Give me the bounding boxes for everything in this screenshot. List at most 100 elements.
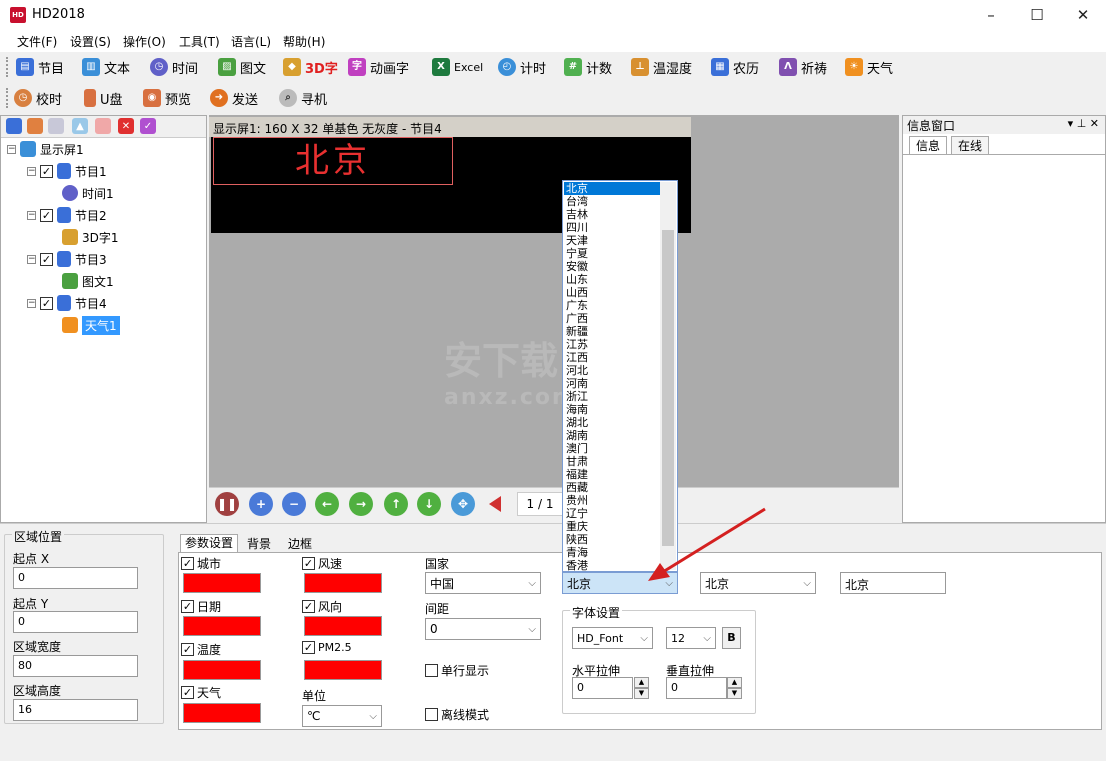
send-button[interactable]: ➜ 发送: [210, 86, 258, 110]
province-option[interactable]: 山东: [564, 273, 660, 286]
arrow-right-icon[interactable]: →: [349, 492, 373, 516]
menu-language[interactable]: 语言(L): [231, 33, 271, 50]
tree-item-program[interactable]: − ✓ 节目2: [7, 204, 207, 226]
province-option[interactable]: 天津: [564, 234, 660, 247]
font-select[interactable]: HD_Font ⌵: [572, 627, 653, 649]
wind-direction-color-swatch[interactable]: [304, 616, 382, 636]
region-width-input[interactable]: 80: [13, 655, 138, 677]
v-stretch-input[interactable]: 0: [666, 677, 727, 699]
checkbox-checked[interactable]: ✓: [40, 208, 53, 222]
menu-tools[interactable]: 工具(T): [179, 33, 220, 50]
province-option[interactable]: 河北: [564, 364, 660, 377]
checkbox-checked[interactable]: ✓: [40, 296, 53, 310]
date-check[interactable]: ✓ 日期: [181, 598, 221, 615]
tree-root[interactable]: − 显示屏1: [7, 138, 207, 160]
province-option[interactable]: 吉林: [564, 208, 660, 221]
collapse-icon[interactable]: −: [27, 254, 36, 264]
font-size-select[interactable]: 12 ⌵: [666, 627, 716, 649]
paste-icon[interactable]: [48, 118, 64, 134]
region-height-input[interactable]: 16: [13, 699, 138, 721]
arrow-up-icon[interactable]: ↑: [384, 492, 408, 516]
zoom-in-icon[interactable]: +: [249, 492, 273, 516]
checkbox-unchecked[interactable]: [425, 664, 438, 677]
move-up-icon[interactable]: ▲: [72, 118, 88, 134]
city-color-swatch[interactable]: [183, 573, 261, 593]
delete-icon[interactable]: ✕: [118, 118, 134, 134]
province-option[interactable]: 海南: [564, 403, 660, 416]
arrow-down-icon[interactable]: ↓: [417, 492, 441, 516]
led-weather-region[interactable]: 北京: [213, 137, 453, 185]
spacing-select[interactable]: 0 ⌵: [425, 618, 541, 640]
checkbox-checked[interactable]: ✓: [302, 557, 315, 570]
checkbox-checked[interactable]: ✓: [181, 643, 194, 656]
pray-button[interactable]: Λ 祈祷: [779, 55, 827, 79]
tree-item-program[interactable]: − ✓ 节目1: [7, 160, 207, 182]
weather-color-swatch[interactable]: [183, 703, 261, 723]
timer-button[interactable]: ◴ 计时: [498, 55, 546, 79]
panel-controls-icon[interactable]: ▾ ⊥ ✕: [1068, 117, 1099, 130]
toolbar-grip[interactable]: [6, 57, 9, 77]
minimize-button[interactable]: –: [968, 0, 1014, 30]
checkbox-checked[interactable]: ✓: [181, 686, 194, 699]
wind-speed-color-swatch[interactable]: [304, 573, 382, 593]
sync-time-button[interactable]: ◷ 校时: [14, 86, 62, 110]
collapse-icon[interactable]: −: [27, 210, 36, 220]
province-option[interactable]: 福建: [564, 468, 660, 481]
weather-check[interactable]: ✓ 天气: [181, 684, 221, 701]
counter-button[interactable]: # 计数: [564, 55, 612, 79]
tree-item-child[interactable]: 时间1: [7, 182, 207, 204]
tab-online[interactable]: 在线: [951, 136, 989, 154]
excel-button[interactable]: X Excel: [432, 55, 483, 79]
image-text-button[interactable]: ▨ 图文: [218, 55, 266, 79]
spin-up-icon[interactable]: ▲: [634, 677, 649, 688]
temp-humidity-button[interactable]: ⊥ 温湿度: [631, 55, 692, 79]
checkbox-checked[interactable]: ✓: [302, 641, 315, 654]
lunar-calendar-button[interactable]: ▦ 农历: [711, 55, 759, 79]
wind-speed-check[interactable]: ✓ 风速: [302, 555, 342, 572]
text-button[interactable]: ▥ 文本: [82, 55, 130, 79]
tree-item-child-selected[interactable]: 天气1: [7, 314, 207, 336]
province-option[interactable]: 安徽: [564, 260, 660, 273]
collapse-icon[interactable]: −: [27, 298, 36, 308]
time-button[interactable]: ◷ 时间: [150, 55, 198, 79]
spin-down-icon[interactable]: ▼: [727, 688, 742, 699]
menu-settings[interactable]: 设置(S): [70, 33, 111, 50]
program-button[interactable]: ▤ 节目: [16, 55, 64, 79]
province-option[interactable]: 河南: [564, 377, 660, 390]
single-line-check[interactable]: 单行显示: [425, 662, 489, 679]
province-option[interactable]: 湖南: [564, 429, 660, 442]
close-button[interactable]: ✕: [1060, 0, 1106, 30]
screen-add-icon[interactable]: [6, 118, 22, 134]
tree-item-child[interactable]: 3D字1: [7, 226, 207, 248]
checkbox-checked[interactable]: ✓: [181, 600, 194, 613]
province-option[interactable]: 北京: [564, 182, 660, 195]
city-name-input[interactable]: 北京: [840, 572, 946, 594]
bold-button[interactable]: B: [722, 627, 741, 649]
tree-item-program[interactable]: − ✓ 节目3: [7, 248, 207, 270]
mail-icon[interactable]: [95, 118, 111, 134]
province-option[interactable]: 新疆: [564, 325, 660, 338]
scrollbar-thumb[interactable]: [662, 230, 674, 546]
checkbox-checked[interactable]: ✓: [40, 252, 53, 266]
province-option[interactable]: 台湾: [564, 195, 660, 208]
checkbox-checked[interactable]: ✓: [302, 600, 315, 613]
h-stretch-input[interactable]: 0: [572, 677, 633, 699]
province-option[interactable]: 山西: [564, 286, 660, 299]
tab-background[interactable]: 背景: [240, 536, 278, 553]
province-option[interactable]: 湖北: [564, 416, 660, 429]
previous-page-icon[interactable]: [489, 496, 501, 512]
spin-up-icon[interactable]: ▲: [727, 677, 742, 688]
check-all-icon[interactable]: ✓: [140, 118, 156, 134]
checkbox-checked[interactable]: ✓: [40, 164, 53, 178]
tree-item-child[interactable]: 图文1: [7, 270, 207, 292]
toolbar-grip[interactable]: [6, 88, 9, 108]
country-select[interactable]: 中国 ⌵: [425, 572, 541, 594]
weather-button[interactable]: ☀ 天气: [845, 55, 893, 79]
tab-border[interactable]: 边框: [281, 536, 319, 553]
tab-info[interactable]: 信息: [909, 136, 947, 154]
pm25-color-swatch[interactable]: [304, 660, 382, 680]
menu-file[interactable]: 文件(F): [17, 33, 57, 50]
start-x-input[interactable]: 0: [13, 567, 138, 589]
collapse-icon[interactable]: −: [27, 166, 36, 176]
date-color-swatch[interactable]: [183, 616, 261, 636]
